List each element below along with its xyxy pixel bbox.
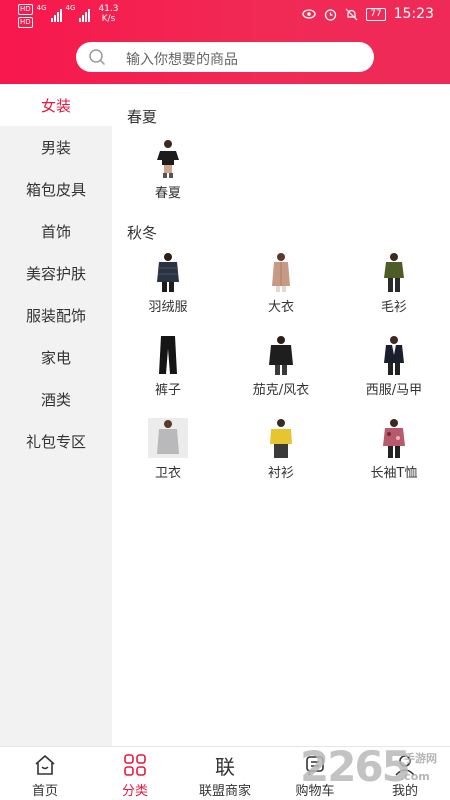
product-label: 春夏	[154, 186, 181, 201]
jacket-icon	[269, 336, 293, 375]
site-watermark: 2265 手游网 .com	[300, 742, 450, 800]
sweater-icon	[384, 253, 404, 292]
section-title: 秋冬	[127, 224, 158, 242]
net-gen-1: 4G	[36, 4, 47, 12]
nav-label: 联盟商家	[198, 784, 251, 799]
hd-badge-2: HD	[18, 17, 33, 28]
hoodie-icon	[148, 418, 188, 458]
network-speed: 41.3 K/s	[98, 4, 118, 24]
category-grid-icon	[124, 754, 146, 776]
status-left: HD HD 4G 4G 41.3 K/s	[18, 4, 118, 28]
clock: 15:23	[393, 6, 434, 22]
sidebar-item-gift[interactable]: 礼包专区	[0, 420, 112, 462]
sidebar-item-bags[interactable]: 箱包皮具	[0, 168, 112, 210]
shirt-icon	[270, 419, 292, 458]
product-label: 羽绒服	[148, 300, 188, 315]
sidebar-item-accessories[interactable]: 服装配饰	[0, 294, 112, 336]
sidebar-item-liquor[interactable]: 酒类	[0, 378, 112, 420]
category-content: 春夏 春夏 秋冬 羽绒服 大衣 毛衫 裤子 茄克/风衣 西服/马甲 卫衣 衬衫 …	[112, 84, 450, 746]
category-sidebar: 女装 男装 箱包皮具 首饰 美容护肤 服装配饰 家电 酒类 礼包专区	[0, 84, 112, 746]
sidebar-item-label: 箱包皮具	[25, 180, 86, 199]
header: HD HD 4G 4G 41.3 K/s 77 15:23 输入你想要的商品	[0, 0, 450, 84]
nav-home[interactable]: 首页	[0, 747, 90, 800]
sidebar-item-women[interactable]: 女装	[0, 84, 112, 126]
sidebar-item-men[interactable]: 男装	[0, 126, 112, 168]
search-placeholder: 输入你想要的商品	[126, 52, 238, 68]
speed-value: 41.3	[98, 4, 119, 14]
hd-badges: HD HD	[18, 4, 33, 28]
sidebar-item-label: 首饰	[40, 222, 71, 241]
long-sleeve-tee-icon	[383, 419, 405, 458]
product-label: 西服/马甲	[365, 383, 423, 398]
pants-icon	[159, 336, 177, 374]
watermark-domain: .com	[400, 770, 430, 783]
product-label: 裤子	[154, 383, 181, 398]
down-jacket-icon	[157, 253, 179, 292]
nav-category[interactable]: 分类	[90, 747, 180, 800]
product-coat[interactable]: 大衣	[233, 252, 329, 322]
battery-indicator: 77	[366, 7, 386, 21]
product-label: 大衣	[267, 300, 294, 315]
eye-icon	[302, 9, 316, 19]
coat-icon	[272, 253, 290, 292]
hd-badge-1: HD	[18, 4, 33, 15]
alliance-icon: 联	[215, 755, 235, 779]
mute-bell-icon	[345, 8, 358, 20]
signal-icon-1	[50, 6, 62, 22]
sidebar-item-jewelry[interactable]: 首饰	[0, 210, 112, 252]
signal-icon-2	[79, 6, 91, 22]
search-icon	[89, 49, 105, 65]
watermark-number: 2265	[300, 742, 411, 791]
product-label: 茄克/风衣	[252, 383, 310, 398]
sidebar-item-beauty[interactable]: 美容护肤	[0, 252, 112, 294]
product-label: 长袖T恤	[370, 466, 418, 481]
section-title: 春夏	[127, 108, 158, 126]
sidebar-item-label: 礼包专区	[25, 432, 86, 451]
product-spring-summer[interactable]: 春夏	[120, 138, 216, 208]
nav-label: 分类	[121, 784, 148, 799]
speed-unit: K/s	[101, 14, 116, 24]
product-label: 卫衣	[154, 466, 181, 481]
product-blazer[interactable]: 西服/马甲	[346, 335, 442, 405]
sidebar-item-label: 家电	[40, 348, 71, 367]
product-sweater[interactable]: 毛衫	[346, 252, 442, 322]
blazer-icon	[384, 336, 404, 375]
search-bar[interactable]: 输入你想要的商品	[76, 42, 374, 72]
product-hoodie[interactable]: 卫衣	[120, 418, 216, 488]
sidebar-item-label: 女装	[40, 96, 71, 115]
product-pants[interactable]: 裤子	[120, 335, 216, 405]
status-right: 77 15:23	[302, 6, 434, 22]
home-icon	[35, 755, 55, 775]
black-tshirt-icon	[157, 140, 179, 178]
nav-label: 首页	[31, 784, 58, 799]
status-bar: HD HD 4G 4G 41.3 K/s 77 15:23	[0, 0, 450, 30]
product-jacket[interactable]: 茄克/风衣	[233, 335, 329, 405]
nav-alliance-merchants[interactable]: 联 联盟商家	[180, 747, 270, 800]
product-label: 衬衫	[267, 466, 294, 481]
product-label: 毛衫	[380, 300, 407, 315]
alarm-icon	[325, 8, 337, 21]
sidebar-item-appliances[interactable]: 家电	[0, 336, 112, 378]
sidebar-item-label: 男装	[40, 138, 71, 157]
product-down-jacket[interactable]: 羽绒服	[120, 252, 216, 322]
product-shirt[interactable]: 衬衫	[233, 418, 329, 488]
sidebar-item-label: 酒类	[40, 390, 71, 409]
sidebar-item-label: 美容护肤	[25, 264, 86, 283]
watermark-cn: 手游网	[404, 752, 437, 765]
sidebar-item-label: 服装配饰	[25, 306, 86, 325]
product-long-sleeve-tee[interactable]: 长袖T恤	[346, 418, 442, 488]
net-gen-2: 4G	[65, 4, 76, 12]
